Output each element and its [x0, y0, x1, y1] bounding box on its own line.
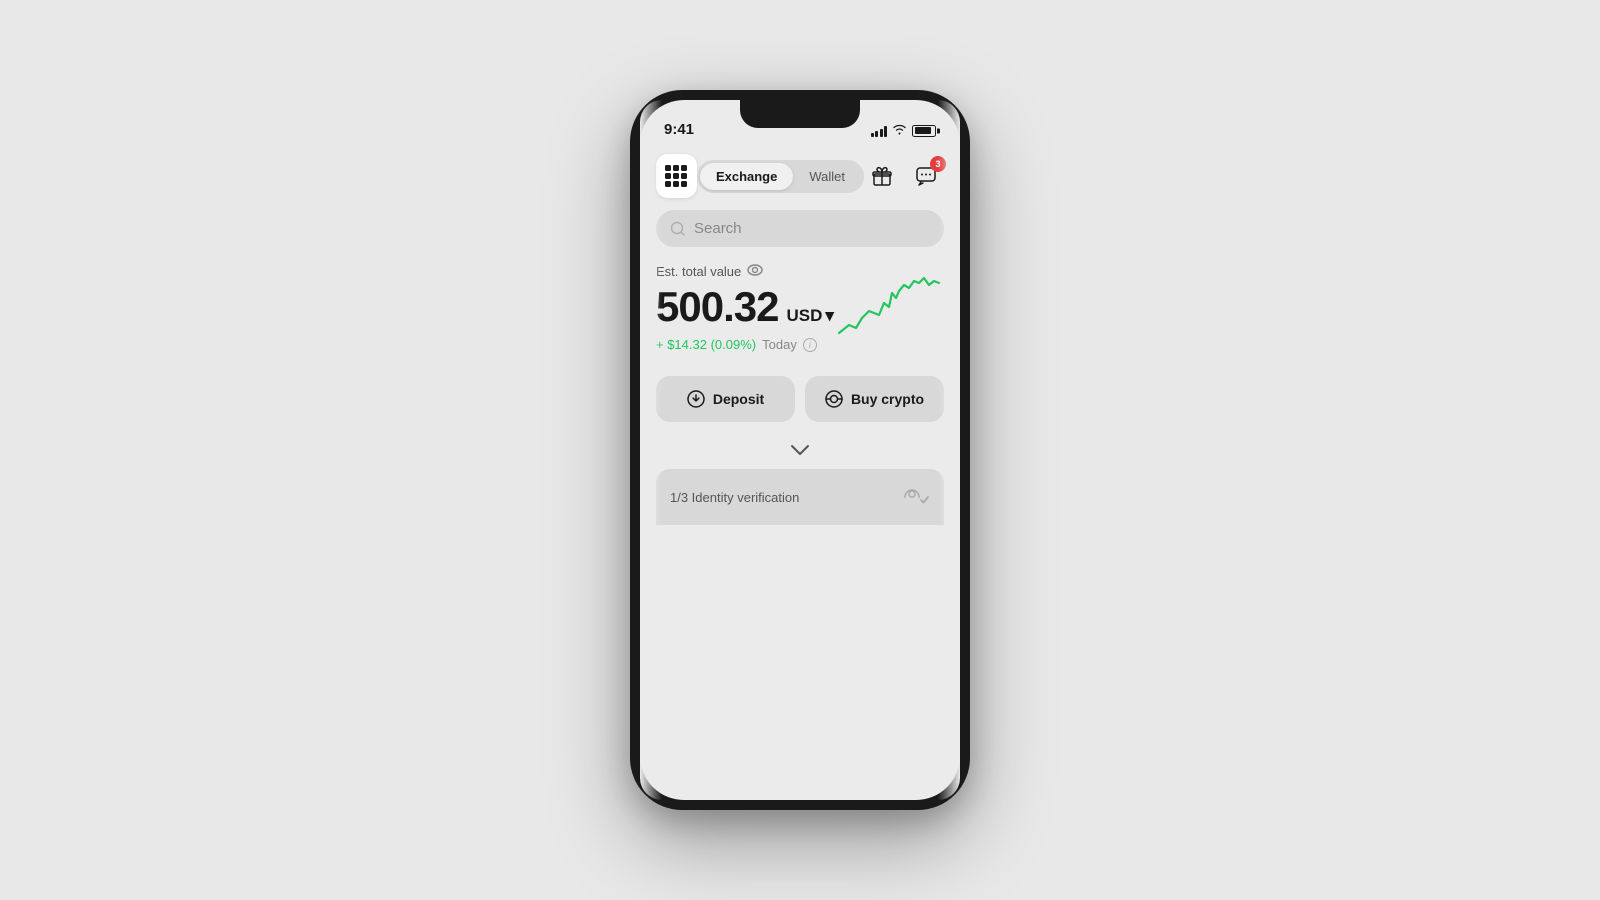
notification-badge: 3	[930, 156, 946, 172]
signal-bar-2	[875, 131, 878, 137]
value-section: Est. total value 500.32 USD ▾	[656, 263, 944, 352]
portfolio-value: 500.32	[656, 283, 778, 331]
menu-button[interactable]	[656, 154, 697, 198]
deposit-icon	[687, 390, 705, 408]
eye-icon[interactable]	[747, 263, 763, 279]
price-chart-svg	[834, 263, 944, 343]
messages-button[interactable]: 3	[908, 158, 944, 194]
buy-crypto-button[interactable]: Buy crypto	[805, 376, 944, 422]
tab-exchange[interactable]: Exchange	[700, 163, 793, 190]
currency-selector[interactable]: USD ▾	[786, 306, 833, 326]
tab-group: Exchange Wallet	[697, 160, 864, 193]
phone-mockup: 9:41	[630, 90, 970, 810]
grid-icon	[665, 165, 687, 187]
search-icon	[670, 221, 686, 237]
signal-icon	[871, 125, 888, 137]
checkmark-icon	[902, 487, 930, 507]
wifi-icon	[892, 123, 907, 138]
gift-icon	[871, 165, 893, 187]
change-row: + $14.32 (0.09%) Today i	[656, 337, 834, 352]
signal-bar-1	[871, 133, 874, 137]
expand-chevron[interactable]	[656, 436, 944, 465]
search-placeholder: Search	[694, 220, 742, 237]
est-label-row: Est. total value	[656, 263, 834, 279]
gift-button[interactable]	[864, 158, 900, 194]
battery-icon	[912, 125, 936, 137]
identity-icon	[902, 483, 930, 511]
nav-bar: Exchange Wallet	[656, 144, 944, 210]
phone-screen: 9:41	[640, 100, 960, 800]
nav-actions: 3	[864, 158, 944, 194]
signal-bar-4	[884, 126, 887, 137]
search-bar[interactable]: Search	[656, 210, 944, 247]
buy-crypto-label: Buy crypto	[851, 391, 924, 407]
tab-wallet[interactable]: Wallet	[793, 163, 861, 190]
portfolio-info: Est. total value 500.32 USD ▾	[656, 263, 834, 352]
currency-chevron-icon: ▾	[825, 306, 834, 326]
currency-label: USD	[786, 306, 822, 326]
identity-section[interactable]: 1/3 Identity verification	[656, 469, 944, 525]
identity-text: 1/3 Identity verification	[670, 490, 799, 505]
mini-chart	[834, 263, 944, 348]
info-icon[interactable]: i	[803, 338, 817, 352]
signal-bar-3	[880, 129, 883, 137]
status-icons	[871, 123, 937, 138]
battery-fill	[915, 127, 931, 134]
screen-content: Exchange Wallet	[640, 144, 960, 800]
deposit-button[interactable]: Deposit	[656, 376, 795, 422]
status-time: 9:41	[664, 121, 694, 138]
main-value-row: 500.32 USD ▾	[656, 283, 834, 331]
chevron-down-icon	[790, 444, 810, 456]
change-period: Today	[762, 337, 797, 352]
buy-crypto-icon	[825, 390, 843, 408]
action-buttons: Deposit Buy crypto	[656, 376, 944, 422]
change-amount: + $14.32 (0.09%)	[656, 337, 756, 352]
est-label-text: Est. total value	[656, 264, 741, 279]
deposit-label: Deposit	[713, 391, 764, 407]
notch	[740, 100, 860, 128]
